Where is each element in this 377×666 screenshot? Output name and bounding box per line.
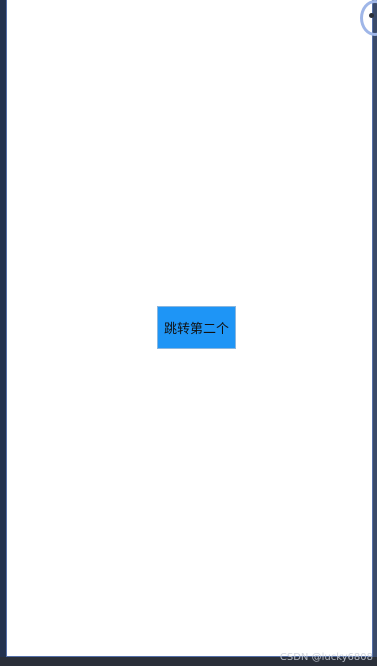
window-corner-icon: [360, 0, 377, 36]
jump-second-button[interactable]: 跳转第二个: [157, 306, 236, 349]
corner-dot-icon: [369, 13, 374, 18]
window-frame: 跳转第二个 CSDN @lucky6808: [0, 0, 377, 666]
watermark-text: CSDN @lucky6808: [279, 652, 373, 663]
window-bottom-edge: CSDN @lucky6808: [0, 652, 377, 666]
app-canvas: 跳转第二个: [6, 0, 377, 657]
